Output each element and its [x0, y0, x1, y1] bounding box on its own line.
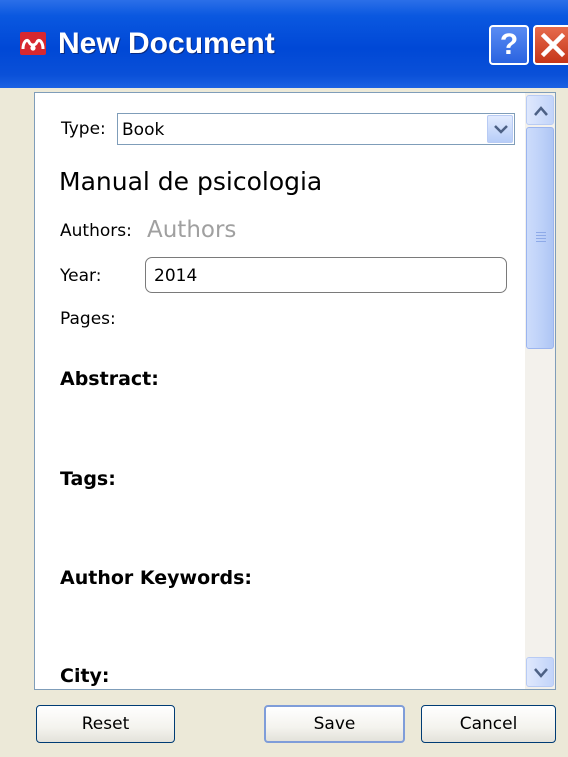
- chevron-down-icon: [494, 125, 508, 134]
- scroll-grip: [536, 232, 546, 233]
- type-select[interactable]: Book: [117, 113, 515, 145]
- scroll-grip: [536, 238, 546, 239]
- abstract-heading: Abstract:: [60, 368, 159, 390]
- year-value: 2014: [154, 266, 198, 286]
- vertical-scrollbar[interactable]: [525, 93, 555, 689]
- tags-heading: Tags:: [60, 468, 116, 490]
- help-icon: ?: [499, 28, 519, 61]
- year-label: Year:: [60, 266, 102, 286]
- pages-label: Pages:: [60, 309, 116, 329]
- author-keywords-heading: Author Keywords:: [60, 567, 253, 589]
- help-button[interactable]: ?: [489, 25, 529, 65]
- type-select-value: Book: [122, 120, 165, 140]
- authors-label: Authors:: [60, 221, 132, 241]
- document-details-panel: Type: Book Manual de psicologia Authors:…: [34, 92, 556, 690]
- scroll-up-button[interactable]: [526, 95, 554, 125]
- authors-field[interactable]: Authors: [147, 217, 236, 243]
- chevron-down-icon: [534, 668, 548, 678]
- window-title: New Document: [58, 27, 275, 60]
- city-heading: City:: [60, 665, 110, 687]
- close-button[interactable]: [533, 25, 568, 65]
- close-icon: [540, 32, 566, 58]
- year-field[interactable]: 2014: [145, 257, 507, 293]
- scroll-grip: [536, 235, 546, 236]
- type-label: Type:: [61, 119, 106, 139]
- chevron-up-icon: [534, 106, 548, 116]
- title-bar[interactable]: New Document ?: [0, 0, 568, 88]
- cancel-button[interactable]: Cancel: [421, 705, 556, 743]
- type-dropdown-button[interactable]: [487, 115, 513, 143]
- scroll-grip: [536, 241, 546, 242]
- reset-button[interactable]: Reset: [36, 705, 175, 743]
- save-button[interactable]: Save: [264, 705, 405, 743]
- scroll-down-button[interactable]: [526, 657, 554, 687]
- scroll-thumb[interactable]: [526, 127, 554, 349]
- document-title[interactable]: Manual de psicologia: [59, 167, 322, 196]
- mendeley-logo-icon: [20, 32, 46, 55]
- document-form: Type: Book Manual de psicologia Authors:…: [35, 93, 525, 689]
